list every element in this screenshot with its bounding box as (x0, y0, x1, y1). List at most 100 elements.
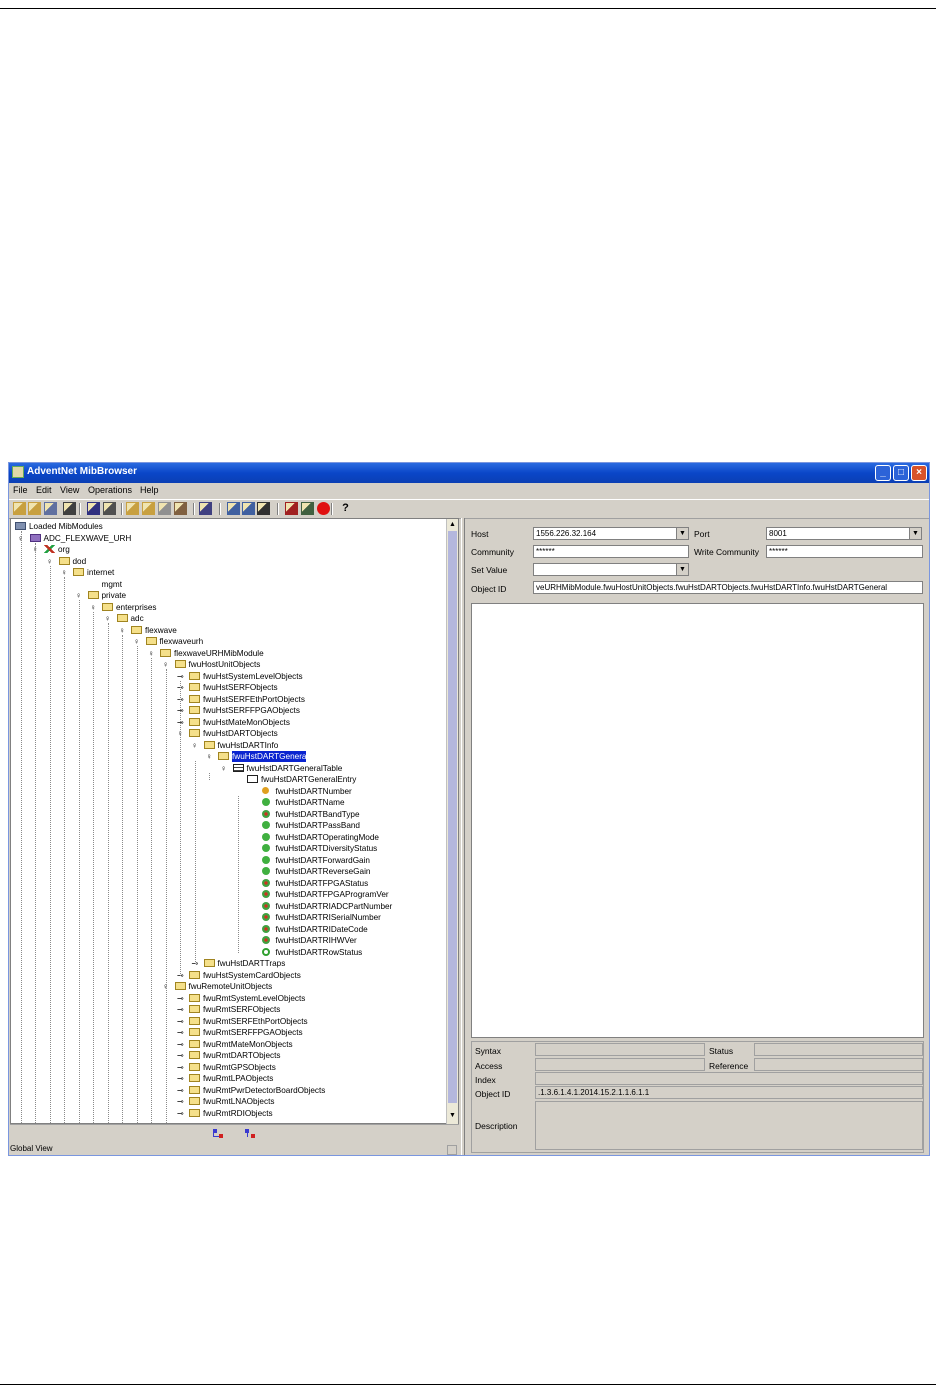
toolbar-separator (193, 503, 195, 515)
help-icon[interactable]: ? (339, 502, 352, 515)
expand-icon[interactable]: ⊸ (177, 1097, 184, 1106)
row-status-icon (261, 947, 270, 956)
grid-icon[interactable] (257, 502, 270, 515)
tree-connector (107, 623, 109, 1123)
split-divider[interactable] (461, 518, 465, 1155)
delete-icon[interactable] (158, 502, 171, 515)
expand-icon[interactable]: ⊸ (177, 1086, 184, 1095)
folder-icon (145, 637, 157, 645)
pin-icon[interactable]: ♀ (47, 557, 54, 566)
pin-icon[interactable]: ♀ (148, 649, 155, 658)
expand-icon[interactable]: ⊸ (177, 1063, 184, 1072)
tree-node-label: fwuHstDARTReverseGain (275, 867, 371, 876)
menu-help[interactable]: Help (140, 485, 159, 495)
tree-node-label: org (58, 545, 70, 554)
tree-node-label: fwuHstMateMonObjects (203, 717, 290, 727)
syntax-value (535, 1043, 705, 1056)
find-icon[interactable] (63, 502, 76, 515)
graph-icon[interactable] (242, 502, 255, 515)
minimize-button[interactable]: _ (875, 465, 891, 481)
pin-icon[interactable]: ♀ (134, 637, 141, 646)
edit-icon[interactable] (301, 502, 314, 515)
stop-icon[interactable] (317, 502, 330, 515)
tree-node-label: fwuHstDARTObjects (203, 729, 278, 738)
write-community-input[interactable]: ****** (766, 545, 923, 558)
expand-icon[interactable]: ⊸ (177, 1017, 184, 1026)
folder-icon (102, 602, 113, 611)
reference-value (754, 1058, 923, 1071)
trap-icon[interactable] (227, 502, 240, 515)
expand-icon[interactable]: ⊸ (177, 1051, 184, 1060)
window-title: AdventNet MibBrowser (27, 466, 138, 477)
tree-node-label: Loaded MibModules (29, 522, 103, 531)
open-mib-icon[interactable] (28, 502, 41, 515)
expand-icon[interactable]: ⊸ (177, 672, 184, 681)
pin-icon[interactable]: ♀ (206, 752, 213, 761)
tree-connector (122, 634, 123, 1123)
set-value-input[interactable] (533, 563, 677, 576)
print-icon[interactable] (103, 502, 116, 515)
tree-node-label: fwuHstSERFEthPortObjects (203, 694, 305, 704)
debug-icon[interactable] (285, 502, 298, 515)
read-only-icon (261, 913, 270, 921)
save-icon[interactable] (87, 502, 100, 515)
close-button[interactable]: × (911, 465, 927, 481)
open-folder-icon[interactable] (13, 502, 26, 515)
community-input[interactable]: ****** (533, 545, 689, 558)
folder-icon (203, 740, 215, 749)
folder-icon (189, 1074, 200, 1082)
status-value (754, 1043, 923, 1056)
object-id-input[interactable]: veURHMibModule.fwuHostUnitObjects.fwuHst… (533, 581, 923, 594)
menu-bar: File Edit View Operations Help (9, 483, 929, 498)
table-icon[interactable] (199, 502, 212, 515)
pin-icon[interactable]: ♀ (76, 591, 83, 600)
expand-icon[interactable]: ⊸ (177, 1109, 184, 1118)
scrollbar-thumb[interactable] (448, 531, 457, 1103)
scroll-down-arrow-icon[interactable]: ▼ (448, 1111, 457, 1121)
tree-node-label: fwuRmtSystemLevelObjects (203, 993, 306, 1003)
graph-view-icon[interactable] (245, 1129, 255, 1138)
folder-icon (189, 671, 200, 680)
pin-icon[interactable]: ♀ (105, 614, 112, 623)
menu-operations[interactable]: Operations (88, 485, 132, 495)
pin-icon[interactable]: ♀ (119, 626, 126, 635)
resize-grip-icon[interactable] (447, 1145, 457, 1155)
reference-label: Reference (709, 1061, 749, 1071)
port-dropdown-icon[interactable]: ▼ (909, 527, 922, 540)
scroll-up-arrow-icon[interactable]: ▲ (448, 520, 457, 530)
folder-icon (218, 752, 229, 760)
expand-icon[interactable]: ⊸ (177, 1040, 184, 1049)
expand-icon[interactable]: ⊸ (177, 1028, 184, 1037)
view-toggle-icons[interactable] (10, 1125, 459, 1143)
settings-icon[interactable] (174, 502, 187, 515)
title-bar[interactable]: AdventNet MibBrowser _ □ × (9, 463, 929, 483)
port-input[interactable]: 8001 (766, 527, 910, 540)
result-display-area[interactable] (471, 603, 924, 1038)
maximize-button[interactable]: □ (893, 465, 909, 481)
read-write-icon (261, 855, 270, 864)
expand-icon[interactable]: ⊸ (177, 994, 184, 1003)
expand-icon[interactable]: ⊸ (177, 1005, 184, 1014)
set-value-dropdown-icon[interactable]: ▼ (676, 563, 689, 576)
menu-view[interactable]: View (60, 485, 79, 495)
menu-file[interactable]: File (13, 485, 28, 495)
toolbar-separator (219, 503, 221, 515)
tree-node-label: flexwaveurh (159, 637, 204, 646)
expand-icon[interactable]: ⊸ (177, 1074, 184, 1083)
root-icon (44, 545, 55, 553)
pin-icon[interactable]: ♀ (221, 764, 228, 773)
copy-icon[interactable] (126, 502, 139, 515)
mib-tree[interactable]: Loaded MibModules ♀ ADC_FLEXWAVE_URH ♀ org ♀ d… (10, 518, 459, 1124)
host-input[interactable]: 1556.226.32.164 (533, 527, 677, 540)
pin-icon[interactable]: ♀ (163, 660, 170, 669)
tree-view-icon[interactable] (213, 1129, 223, 1138)
load-icon[interactable] (44, 502, 57, 515)
pin-icon[interactable]: ♀ (90, 603, 97, 612)
pin-icon[interactable]: ♀ (192, 741, 199, 750)
paste-icon[interactable] (142, 502, 155, 515)
host-dropdown-icon[interactable]: ▼ (676, 527, 689, 540)
menu-edit[interactable]: Edit (36, 485, 52, 495)
pin-icon[interactable]: ♀ (61, 568, 68, 577)
tree-scrollbar[interactable]: ▲ ▼ (446, 519, 458, 1124)
tree-node-label: fwuRmtGPSObjects (203, 1062, 276, 1072)
